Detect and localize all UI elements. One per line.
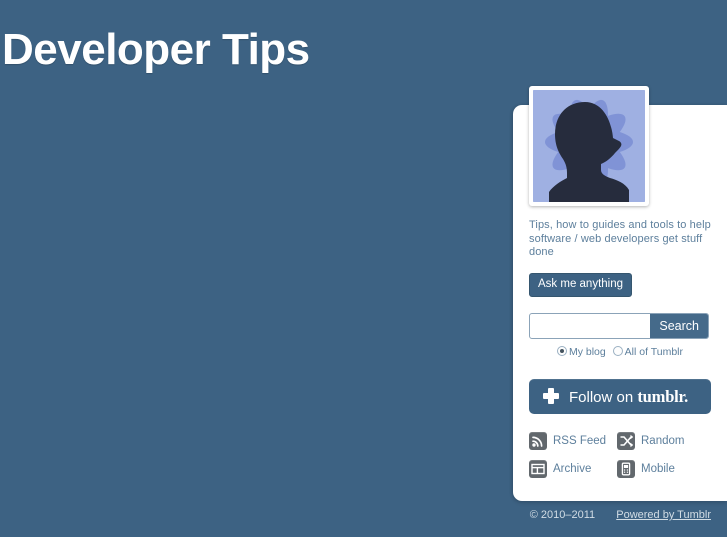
rss-icon <box>529 432 547 450</box>
search-button[interactable]: Search <box>650 314 708 338</box>
link-archive[interactable]: Archive <box>529 460 617 478</box>
copyright-text: © 2010–2011 <box>529 509 596 521</box>
page-bottom-strip <box>0 537 727 545</box>
avatar <box>533 90 645 202</box>
follow-button-label: Follow on tumblr. <box>569 388 688 406</box>
avatar-head-silhouette-icon <box>533 90 645 202</box>
link-mobile[interactable]: Mobile <box>617 460 675 478</box>
link-random-label: Random <box>641 435 685 447</box>
link-mobile-label: Mobile <box>641 463 675 475</box>
shuffle-icon <box>617 432 635 450</box>
search-form: Search <box>529 313 709 339</box>
blog-page: Developer Tips Tips, how to guides and t… <box>0 0 727 537</box>
link-random[interactable]: Random <box>617 432 684 450</box>
link-rss-feed-label: RSS Feed <box>553 435 607 447</box>
link-row: RSS Feed Random <box>529 427 719 455</box>
search-scope-all-tumblr[interactable]: All of Tumblr <box>612 346 684 358</box>
link-rss-feed[interactable]: RSS Feed <box>529 432 617 450</box>
search-scope-options: My blog All of Tumblr <box>529 346 711 358</box>
radio-my-blog[interactable] <box>556 346 567 356</box>
search-scope-my-blog-label: My blog <box>568 346 606 358</box>
sidebar-links: RSS Feed Random Archive Mobile <box>529 427 719 483</box>
radio-all-tumblr[interactable] <box>612 346 623 356</box>
sidebar-panel: Tips, how to guides and tools to help so… <box>513 86 727 501</box>
ask-me-anything-button[interactable]: Ask me anything <box>529 273 633 297</box>
grid-icon <box>529 460 547 478</box>
avatar-frame <box>529 86 649 206</box>
blog-description: Tips, how to guides and tools to help so… <box>529 219 711 258</box>
link-archive-label: Archive <box>553 463 592 475</box>
follow-text: Follow on <box>569 389 634 406</box>
plus-icon <box>543 388 559 404</box>
follow-on-tumblr-button[interactable]: Follow on tumblr. <box>529 379 711 414</box>
tumblr-wordmark: tumblr. <box>637 387 689 406</box>
search-input[interactable] <box>530 314 652 338</box>
page-title: Developer Tips <box>2 25 310 74</box>
search-scope-all-tumblr-label: All of Tumblr <box>624 346 684 358</box>
link-row: Archive Mobile <box>529 455 719 483</box>
footer: © 2010–2011 Powered by Tumblr <box>0 509 727 529</box>
powered-by-tumblr-link[interactable]: Powered by Tumblr <box>616 509 711 521</box>
search-scope-my-blog[interactable]: My blog <box>556 346 606 358</box>
mobile-phone-icon <box>617 460 635 478</box>
